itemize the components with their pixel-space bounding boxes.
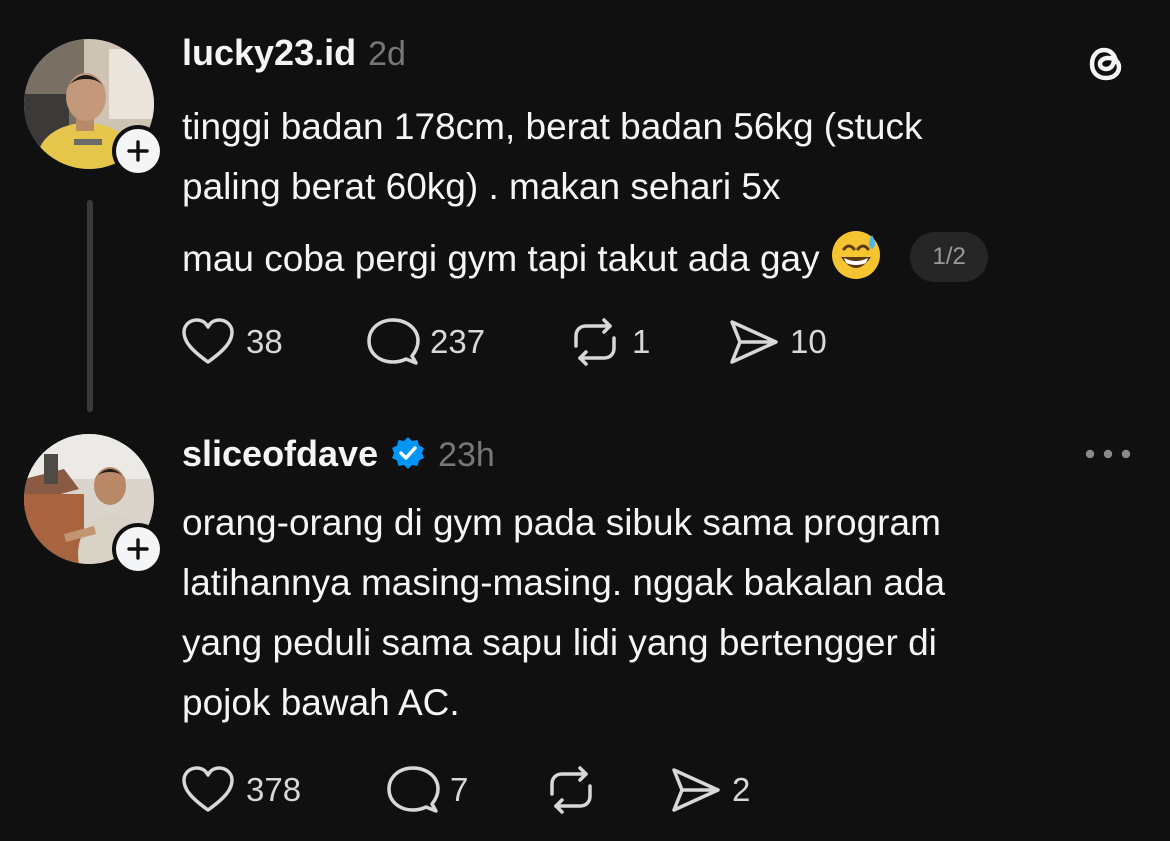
send-icon <box>672 768 720 812</box>
share-button[interactable]: 10 <box>726 316 827 368</box>
post-text-line: latihannya masing-masing. nggak bakalan … <box>182 562 946 603</box>
post-text-line: yang peduli sama sapu lidi yang bertengg… <box>182 622 937 663</box>
post-header: sliceofdave 23h <box>182 430 495 475</box>
post-text-line: mau coba pergi gym tapi takut ada gay <box>182 238 820 279</box>
post-2: sliceofdave 23h orang-orang di gym pada … <box>0 420 1170 841</box>
like-count: 38 <box>246 323 283 360</box>
share-count: 10 <box>790 323 827 360</box>
follow-button-lucky23[interactable] <box>112 125 164 177</box>
reply-count: 237 <box>430 323 486 360</box>
like-count: 378 <box>246 771 302 808</box>
repost-icon <box>550 766 592 814</box>
post-header: lucky23.id 2d <box>182 32 406 74</box>
heart-icon <box>182 318 234 364</box>
username[interactable]: sliceofdave <box>182 433 378 475</box>
post-text-line: pojok bawah AC. <box>182 682 460 723</box>
comment-icon <box>367 318 420 365</box>
post-text-line: orang-orang di gym pada sibuk sama progr… <box>182 502 941 543</box>
like-button[interactable]: 38 <box>180 316 366 368</box>
send-icon <box>730 320 778 364</box>
plus-icon <box>127 538 149 560</box>
repost-button[interactable]: 1 <box>568 316 726 368</box>
post-time: 23h <box>438 436 495 474</box>
like-button[interactable]: 378 <box>180 764 386 816</box>
thread-connector-line <box>87 200 93 412</box>
share-button[interactable]: 2 <box>668 764 750 816</box>
post-text-line: paling berat 60kg) . makan sehari 5x <box>182 166 781 207</box>
post-body: tinggi badan 178cm, berat badan 56kg (st… <box>182 97 923 217</box>
repost-count: 1 <box>632 323 651 360</box>
follow-button-sliceofdave[interactable] <box>112 523 164 575</box>
post-time: 2d <box>368 35 406 73</box>
grinning-sweat-emoji <box>830 229 882 281</box>
repost-icon <box>574 318 616 366</box>
post-text-line: tinggi badan 178cm, berat badan 56kg (st… <box>182 106 923 147</box>
repost-button[interactable] <box>544 764 668 816</box>
plus-icon <box>127 140 149 162</box>
reply-button[interactable]: 237 <box>366 316 568 368</box>
page-indicator[interactable]: 1/2 <box>910 232 989 283</box>
heart-icon <box>182 766 234 812</box>
post-body-second: mau coba pergi gym tapi takut ada gay 1/… <box>182 229 989 289</box>
post-actions: 38 237 1 10 <box>180 316 827 368</box>
username[interactable]: lucky23.id <box>182 32 356 74</box>
reply-count: 7 <box>450 771 469 808</box>
post-1: lucky23.id 2d tinggi badan 178cm, berat … <box>0 0 1170 420</box>
reply-button[interactable]: 7 <box>386 764 544 816</box>
post-body: orang-orang di gym pada sibuk sama progr… <box>182 493 945 733</box>
verified-badge-icon <box>390 435 426 471</box>
share-count: 2 <box>732 771 751 808</box>
post-actions: 378 7 2 <box>180 764 750 816</box>
more-horizontal-icon[interactable] <box>1084 444 1132 464</box>
comment-icon <box>387 766 440 813</box>
